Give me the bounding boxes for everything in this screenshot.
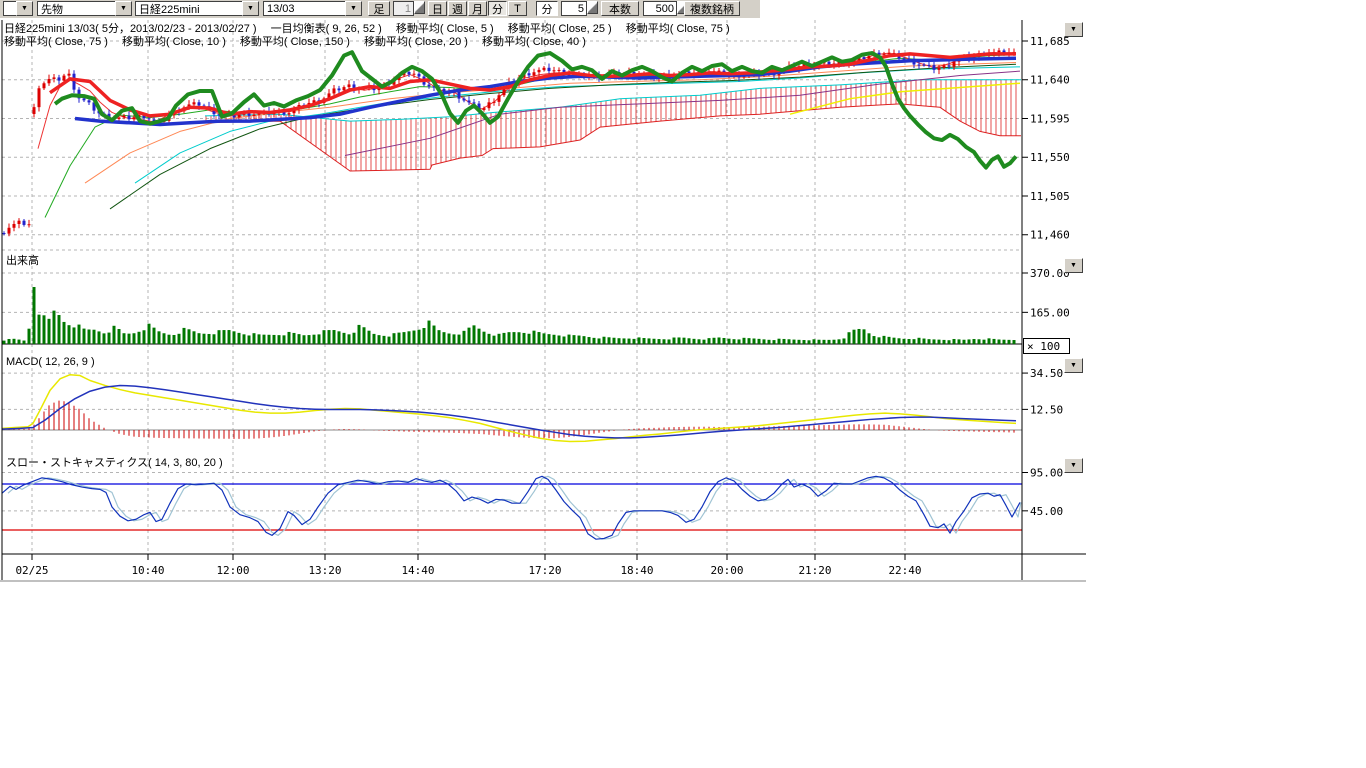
x-axis-tick-label: 12:00 [216, 564, 249, 577]
axis-tick-label: 45.00 [1030, 505, 1063, 518]
stoch-pane-label: スロー・ストキャスティクス( 14, 3, 80, 20 ) [6, 454, 223, 470]
axis-tick-label: 12.50 [1030, 403, 1063, 416]
volume-pane-menu-button[interactable]: ▼ [1064, 258, 1083, 273]
chart-canvas[interactable]: 11,68511,64011,59511,55011,50511,460370.… [0, 0, 1366, 768]
volume-multiplier-badge: × 100 [1023, 338, 1070, 354]
chart-title-legend-line2: 移動平均( Close, 75 ) 移動平均( Close, 10 ) 移動平均… [4, 33, 586, 49]
ma75-cyan [135, 67, 1020, 183]
x-axis-tick-label: 14:40 [401, 564, 434, 577]
axis-tick-label: 95.00 [1030, 466, 1063, 479]
x-axis-tick-label: 21:20 [798, 564, 831, 577]
macd-pane[interactable] [2, 375, 1022, 442]
axis-tick-label: 11,550 [1030, 151, 1070, 164]
ma40-darkgreen [110, 64, 1016, 209]
x-axis-tick-label: 20:00 [710, 564, 743, 577]
macd-pane-menu-button[interactable]: ▼ [1064, 358, 1083, 373]
gridlines [2, 20, 1022, 554]
volume-pane[interactable] [2, 287, 1022, 344]
x-axis-tick-label: 22:40 [888, 564, 921, 577]
stoch-pane[interactable] [2, 476, 1022, 539]
x-axis-tick-label: 18:40 [620, 564, 653, 577]
price-pane[interactable] [3, 48, 1022, 236]
x-axis-tick-label: 10:40 [131, 564, 164, 577]
x-axis-tick-label: 13:20 [308, 564, 341, 577]
volume-pane-label: 出来高 [6, 252, 39, 268]
axes: 11,68511,64011,59511,55011,50511,460370.… [0, 20, 1086, 581]
x-axis-tick-label: 17:20 [528, 564, 561, 577]
macd-pane-label: MACD( 12, 26, 9 ) [6, 356, 95, 368]
axis-tick-label: 11,460 [1030, 229, 1070, 242]
axis-tick-label: 34.50 [1030, 367, 1063, 380]
axis-tick-label: 11,595 [1030, 112, 1070, 125]
axis-tick-label: 165.00 [1030, 306, 1070, 319]
axis-tick-label: 11,640 [1030, 74, 1070, 87]
x-axis-tick-label: 02/25 [15, 564, 48, 577]
stoch-pane-menu-button[interactable]: ▼ [1064, 458, 1083, 473]
price-pane-menu-button[interactable]: ▼ [1064, 22, 1083, 37]
axis-tick-label: 11,505 [1030, 190, 1070, 203]
chart-application-window: { "toolbar": { "mini_combo_value": "", "… [0, 0, 1366, 768]
